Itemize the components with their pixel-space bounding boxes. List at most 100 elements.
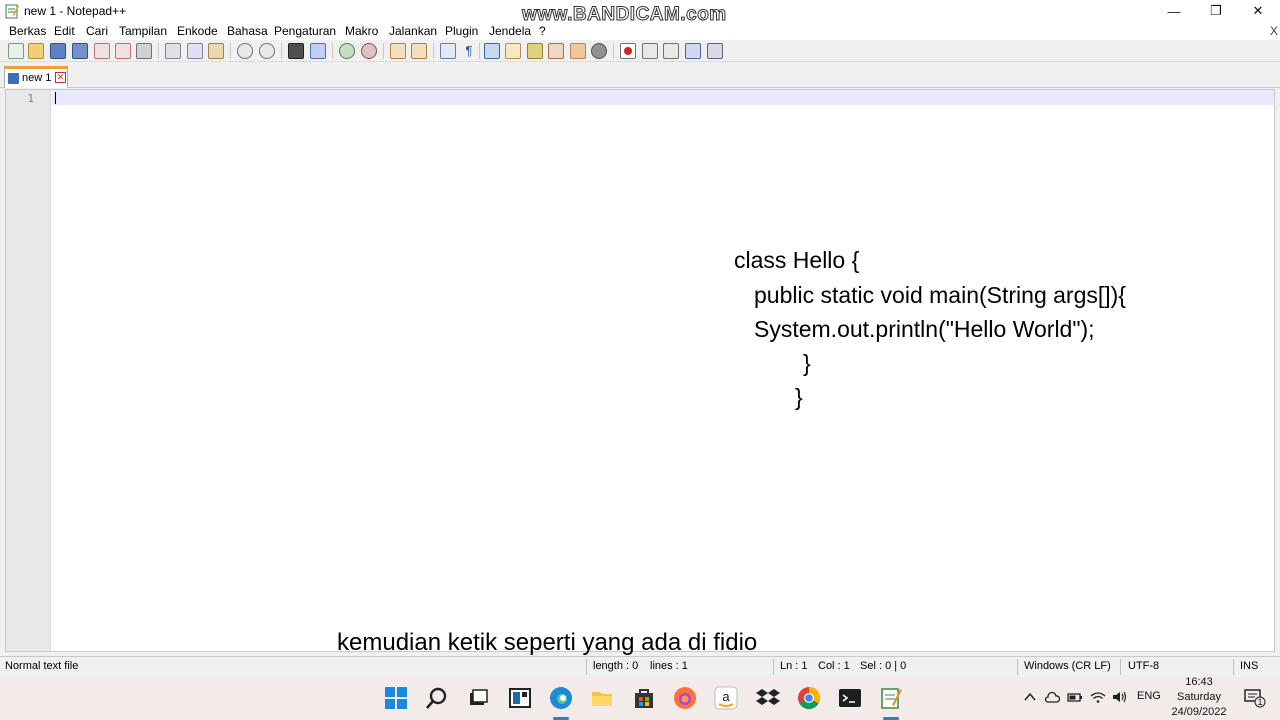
file-explorer-icon[interactable] [590, 686, 614, 710]
close-window-button[interactable]: ✕ [1236, 0, 1280, 22]
doc-map-icon[interactable] [527, 43, 543, 59]
notepadpp-icon[interactable] [879, 686, 903, 710]
task-view-icon[interactable] [466, 686, 490, 710]
battery-icon[interactable] [1067, 690, 1083, 704]
notepadpp-app-icon [5, 4, 19, 19]
save-macro-icon[interactable] [707, 43, 723, 59]
menu-jalankan[interactable]: Jalankan [389, 24, 437, 38]
find-icon[interactable] [288, 43, 304, 59]
chrome-icon[interactable] [797, 686, 821, 710]
status-col: Col : 1 [818, 660, 850, 672]
widgets-icon[interactable] [508, 686, 532, 710]
print-icon[interactable] [136, 43, 152, 59]
sync-horizontal-icon[interactable] [411, 43, 427, 59]
toolbar-separator [479, 43, 480, 59]
status-lines: lines : 1 [650, 660, 688, 672]
sync-vertical-icon[interactable] [390, 43, 406, 59]
overlay-code-line: System.out.println("Hello World"); [754, 316, 1095, 342]
dropbox-icon[interactable] [756, 686, 780, 710]
menu-bahasa[interactable]: Bahasa [227, 24, 268, 38]
menu-plugin[interactable]: Plugin [445, 24, 478, 38]
status-ln: Ln : 1 [780, 660, 808, 672]
terminal-icon[interactable] [838, 686, 862, 710]
function-list-icon[interactable] [548, 43, 564, 59]
menu-tampilan[interactable]: Tampilan [119, 24, 167, 38]
chevron-up-icon[interactable] [1023, 690, 1037, 704]
close-all-icon[interactable] [115, 43, 131, 59]
copy-icon[interactable] [187, 43, 203, 59]
edge-icon[interactable] [549, 686, 573, 710]
folder-workspace-icon[interactable] [570, 43, 586, 59]
minimize-icon: — [1167, 3, 1181, 19]
cloud-icon[interactable] [1044, 690, 1060, 704]
minimize-button[interactable]: — [1152, 0, 1196, 22]
status-file-type: Normal text file [5, 660, 79, 672]
save-icon[interactable] [50, 43, 66, 59]
close-icon[interactable] [94, 43, 110, 59]
overlay-code-line: } [795, 384, 803, 410]
status-encoding: UTF-8 [1128, 660, 1160, 672]
menu-enkode[interactable]: Enkode [177, 24, 218, 38]
toolbar-separator [433, 43, 434, 59]
close-icon: ✕ [1252, 3, 1264, 18]
monitoring-icon[interactable] [591, 43, 607, 59]
close-document-icon[interactable]: X [1270, 24, 1278, 38]
udl-icon[interactable] [505, 43, 521, 59]
tab-new-1[interactable]: new 1 ✕ [4, 66, 68, 88]
open-file-icon[interactable] [28, 43, 44, 59]
zoom-in-icon[interactable] [339, 43, 355, 59]
toolbar-separator [383, 43, 384, 59]
replace-icon[interactable] [310, 43, 326, 59]
menu-jendela[interactable]: Jendela [489, 24, 531, 38]
windows-taskbar: a ENG 16:43 Saturday 24/09/2022 1 [0, 676, 1280, 720]
maximize-icon: ❐ [1210, 3, 1222, 18]
tab-close-icon[interactable]: ✕ [55, 72, 66, 83]
save-icon [8, 73, 19, 84]
title-bar[interactable]: new 1 - Notepad++ www.BANDICAM.com — ❐ ✕ [0, 0, 1280, 26]
overlay-code-line: } [803, 350, 811, 376]
maximize-button[interactable]: ❐ [1194, 0, 1238, 22]
menu-help[interactable]: ? [539, 24, 546, 38]
menu-makro[interactable]: Makro [345, 24, 378, 38]
editor-area[interactable]: 1 [5, 89, 1275, 652]
clock-date: 24/09/2022 [1171, 706, 1227, 718]
window-title: new 1 - Notepad++ [24, 4, 127, 18]
record-macro-icon[interactable] [620, 43, 636, 59]
zoom-out-icon[interactable] [361, 43, 377, 59]
toolbar-separator [281, 43, 282, 59]
line-number-gutter: 1 [6, 90, 51, 651]
cut-icon[interactable] [165, 43, 181, 59]
menu-pengaturan[interactable]: Pengaturan [274, 24, 336, 38]
clock-day: Saturday [1176, 691, 1222, 703]
menu-bar: Berkas Edit Cari Tampilan Enkode Bahasa … [0, 22, 1280, 40]
clock-time: 16:43 [1185, 676, 1213, 688]
firefox-icon[interactable] [673, 686, 697, 710]
menu-cari[interactable]: Cari [86, 24, 108, 38]
stop-macro-icon[interactable] [642, 43, 658, 59]
paste-icon[interactable] [208, 43, 224, 59]
show-all-chars-icon[interactable]: ¶ [461, 43, 477, 59]
video-caption: kemudian ketik seperti yang ada di fidio [337, 629, 758, 656]
store-icon[interactable] [632, 686, 656, 710]
notepadpp-window: new 1 - Notepad++ www.BANDICAM.com — ❐ ✕… [0, 0, 1280, 676]
play-macro-icon[interactable] [663, 43, 679, 59]
status-bar: Normal text file length : 0 lines : 1 Ln… [0, 656, 1280, 676]
search-icon[interactable] [425, 686, 449, 710]
clock[interactable]: 16:43 Saturday 24/09/2022 [1166, 676, 1232, 720]
overlay-code-line: class Hello { [734, 247, 860, 273]
wifi-icon[interactable] [1090, 690, 1106, 704]
current-line-highlight [52, 90, 1274, 105]
menu-berkas[interactable]: Berkas [9, 24, 46, 38]
amazon-icon[interactable]: a [714, 686, 738, 710]
menu-edit[interactable]: Edit [54, 24, 75, 38]
save-all-icon[interactable] [72, 43, 88, 59]
language-indicator[interactable]: ENG [1137, 690, 1161, 702]
redo-icon[interactable] [259, 43, 275, 59]
run-macro-multiple-icon[interactable] [685, 43, 701, 59]
volume-icon[interactable] [1112, 690, 1128, 704]
windows-start-icon[interactable] [384, 686, 408, 710]
undo-icon[interactable] [237, 43, 253, 59]
indent-guide-icon[interactable] [484, 43, 500, 59]
new-file-icon[interactable] [8, 43, 24, 59]
word-wrap-icon[interactable] [440, 43, 456, 59]
